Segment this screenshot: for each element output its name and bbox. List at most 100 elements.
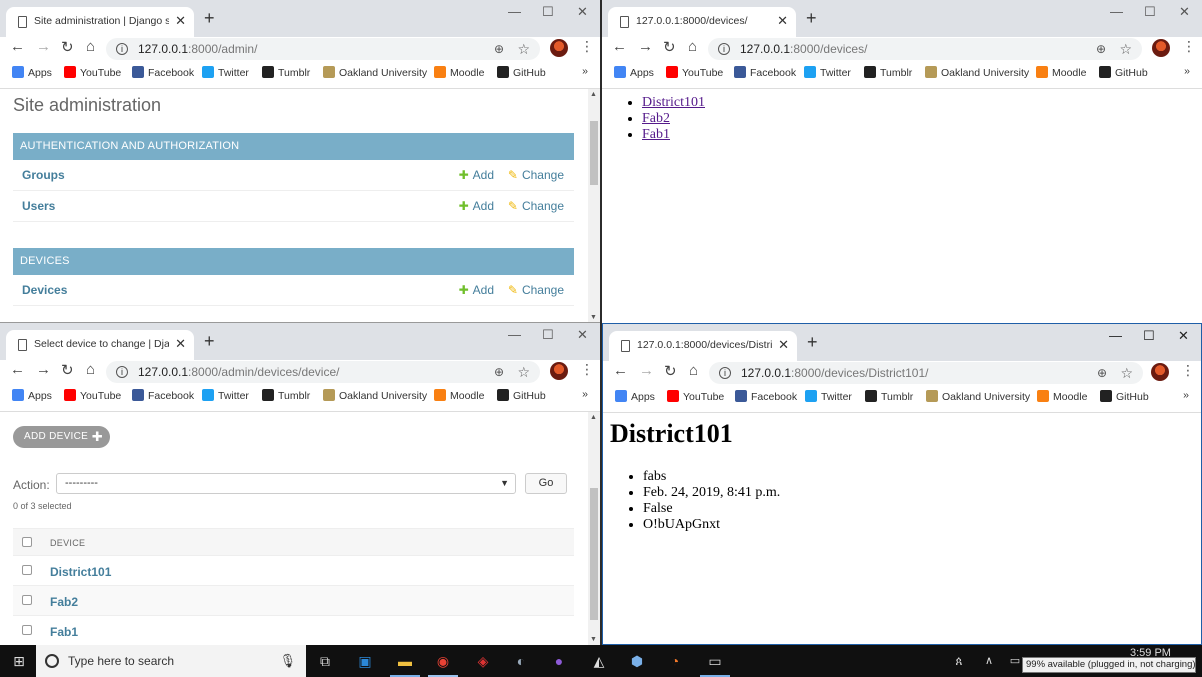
change-groups-link[interactable]: ✎ Change <box>508 168 564 182</box>
bookmark-github[interactable]: GitHub <box>1099 66 1148 79</box>
add-users-link[interactable]: ✚ Add <box>459 199 494 213</box>
profile-avatar[interactable] <box>550 39 568 57</box>
maximize-button[interactable]: ☐ <box>542 327 554 343</box>
row-checkbox[interactable] <box>22 565 32 575</box>
new-tab-button[interactable]: + <box>204 8 215 29</box>
address-bar[interactable]: i 127.0.0.1:8000/devices/District101/ ⊕ … <box>709 362 1143 384</box>
model-link-devices[interactable]: Devices <box>22 283 67 297</box>
home-button[interactable]: ⌂ <box>86 38 95 55</box>
scrollbar[interactable]: ▲ ▼ <box>588 412 600 645</box>
close-window-button[interactable]: ✕ <box>1178 328 1189 344</box>
bookmark-facebook[interactable]: Facebook <box>734 66 796 79</box>
bookmark-facebook[interactable]: Facebook <box>132 66 194 79</box>
reload-button[interactable]: ↻ <box>664 362 677 380</box>
close-window-button[interactable]: ✕ <box>577 327 588 343</box>
app-icon[interactable]: ◈ <box>470 650 496 672</box>
browser-tab[interactable]: Select device to change | Django ✕ <box>6 330 194 360</box>
browser-tab[interactable]: 127.0.0.1:8000/devices/District10 ✕ <box>609 331 797 361</box>
home-button[interactable]: ⌂ <box>86 361 95 378</box>
terminal-icon[interactable]: ▭ <box>702 650 728 672</box>
taskbar-search-box[interactable]: Type here to search 🎙 <box>36 645 306 677</box>
add-device-button[interactable]: ADD DEVICE ✚ <box>13 426 111 448</box>
forward-button[interactable]: → <box>36 38 51 55</box>
maximize-button[interactable]: ☐ <box>1143 328 1155 344</box>
bookmark-facebook[interactable]: Facebook <box>132 389 194 402</box>
browser-tab[interactable]: 127.0.0.1:8000/devices/ ✕ <box>608 7 796 37</box>
address-bar[interactable]: i 127.0.0.1:8000/admin/ ⊕ ☆ <box>106 38 540 60</box>
add-devices-link[interactable]: ✚ Add <box>459 283 494 297</box>
github-desktop-icon[interactable]: ● <box>546 650 572 672</box>
new-tab-button[interactable]: + <box>204 331 215 352</box>
scroll-down-icon[interactable]: ▼ <box>590 636 597 643</box>
bookmark-apps[interactable]: Apps <box>615 390 655 403</box>
profile-avatar[interactable] <box>1152 39 1170 57</box>
bookmark-star-icon[interactable]: ☆ <box>517 38 530 60</box>
bookmark-youtube[interactable]: YouTube <box>64 389 121 402</box>
tray-chevron-icon[interactable]: ∧ <box>980 650 998 672</box>
close-window-button[interactable]: ✕ <box>1179 4 1190 20</box>
file-explorer-icon[interactable]: ▬ <box>392 650 418 672</box>
reload-button[interactable]: ↻ <box>61 38 74 56</box>
new-tab-button[interactable]: + <box>806 8 817 29</box>
bookmark-oakland-university[interactable]: Oakland University <box>925 66 1029 79</box>
maximize-button[interactable]: ☐ <box>542 4 554 20</box>
bookmark-tumblr[interactable]: Tumblr <box>865 390 913 403</box>
go-button[interactable]: Go <box>525 473 567 494</box>
scroll-thumb[interactable] <box>590 488 598 620</box>
menu-icon[interactable]: ⋮ <box>580 38 594 55</box>
bookmark-oakland-university[interactable]: Oakland University <box>926 390 1030 403</box>
close-tab-icon[interactable]: ✕ <box>175 13 186 29</box>
home-button[interactable]: ⌂ <box>689 362 698 379</box>
column-header-device[interactable]: DEVICE <box>50 538 85 548</box>
bookmark-twitter[interactable]: Twitter <box>804 66 851 79</box>
minimize-button[interactable]: — <box>508 4 521 19</box>
chrome-icon[interactable]: ◉ <box>430 650 456 672</box>
select-all-checkbox[interactable] <box>22 537 32 547</box>
bookmark-apps[interactable]: Apps <box>12 66 52 79</box>
bookmark-oakland-university[interactable]: Oakland University <box>323 389 427 402</box>
info-icon[interactable]: i <box>116 43 128 55</box>
bookmarks-overflow-button[interactable]: » <box>582 388 588 400</box>
model-link-groups[interactable]: Groups <box>22 168 65 182</box>
bookmark-youtube[interactable]: YouTube <box>64 66 121 79</box>
reload-button[interactable]: ↻ <box>61 361 74 379</box>
scroll-thumb[interactable] <box>590 121 598 185</box>
menu-icon[interactable]: ⋮ <box>1181 362 1195 379</box>
minimize-button[interactable]: — <box>1109 328 1122 343</box>
info-icon[interactable]: i <box>719 367 731 379</box>
bookmark-twitter[interactable]: Twitter <box>805 390 852 403</box>
zoom-icon[interactable]: ⊕ <box>1096 38 1106 60</box>
row-link-fab2[interactable]: Fab2 <box>50 595 78 609</box>
blender-icon[interactable]: ◔ <box>662 650 688 672</box>
bookmark-tumblr[interactable]: Tumblr <box>262 66 310 79</box>
bookmark-youtube[interactable]: YouTube <box>666 66 723 79</box>
bookmark-star-icon[interactable]: ☆ <box>517 361 530 383</box>
bookmark-tumblr[interactable]: Tumblr <box>262 389 310 402</box>
browser-tab[interactable]: Site administration | Django site ✕ <box>6 7 194 37</box>
device-link-district101[interactable]: District101 <box>642 95 705 110</box>
maximize-button[interactable]: ☐ <box>1144 4 1156 20</box>
bookmark-github[interactable]: GitHub <box>1100 390 1149 403</box>
bookmark-moodle[interactable]: Moodle <box>434 66 484 79</box>
bookmark-moodle[interactable]: Moodle <box>434 389 484 402</box>
menu-icon[interactable]: ⋮ <box>1182 38 1196 55</box>
row-link-fab1[interactable]: Fab1 <box>50 625 78 639</box>
bookmarks-overflow-button[interactable]: » <box>582 65 588 77</box>
reload-button[interactable]: ↻ <box>663 38 676 56</box>
close-tab-icon[interactable]: ✕ <box>778 337 789 353</box>
back-button[interactable]: ← <box>10 38 25 55</box>
scroll-down-icon[interactable]: ▼ <box>590 314 597 321</box>
minimize-button[interactable]: — <box>1110 4 1123 19</box>
back-button[interactable]: ← <box>613 362 628 379</box>
bookmark-tumblr[interactable]: Tumblr <box>864 66 912 79</box>
menu-icon[interactable]: ⋮ <box>580 361 594 378</box>
forward-button[interactable]: → <box>638 38 653 55</box>
change-users-link[interactable]: ✎ Change <box>508 199 564 213</box>
bookmark-facebook[interactable]: Facebook <box>735 390 797 403</box>
address-bar[interactable]: i 127.0.0.1:8000/admin/devices/device/ ⊕… <box>106 361 540 383</box>
close-tab-icon[interactable]: ✕ <box>777 13 788 29</box>
new-tab-button[interactable]: + <box>807 332 818 353</box>
scroll-up-icon[interactable]: ▲ <box>590 91 597 98</box>
zoom-icon[interactable]: ⊕ <box>494 361 504 383</box>
people-icon[interactable]: ጰ <box>948 650 970 672</box>
